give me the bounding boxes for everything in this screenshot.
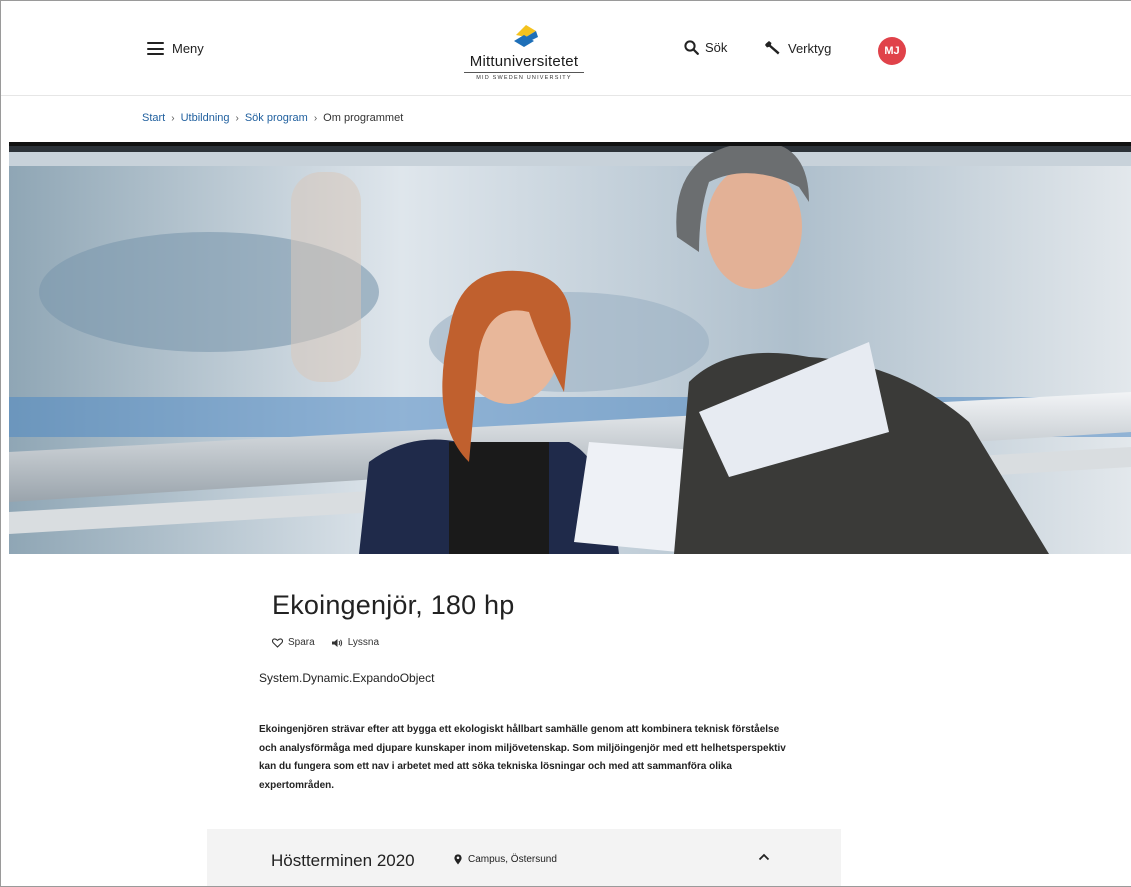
program-actions: Spara Lyssna bbox=[272, 637, 379, 648]
save-label: Spara bbox=[288, 637, 315, 648]
speaker-icon bbox=[331, 638, 342, 647]
logo-mark-icon bbox=[514, 25, 538, 47]
listen-button[interactable]: Lyssna bbox=[331, 637, 379, 648]
search-button[interactable]: Sök bbox=[684, 40, 727, 55]
breadcrumb-link-utbildning[interactable]: Utbildning bbox=[181, 112, 230, 124]
chevron-right-icon: › bbox=[313, 112, 318, 124]
tools-label: Verktyg bbox=[788, 40, 832, 56]
campus-label: Campus, Östersund bbox=[468, 854, 557, 865]
search-icon bbox=[684, 40, 699, 55]
chevron-right-icon: › bbox=[171, 112, 175, 124]
program-description: Ekoingenjören strävar efter att bygga et… bbox=[259, 724, 786, 791]
chevron-up-icon[interactable] bbox=[758, 853, 770, 861]
breadcrumb-link-sok-program[interactable]: Sök program bbox=[245, 112, 308, 124]
logo-divider bbox=[464, 72, 584, 73]
hero-photo bbox=[9, 142, 1131, 554]
listen-label: Lyssna bbox=[347, 637, 380, 648]
save-button[interactable]: Spara bbox=[272, 637, 315, 648]
menu-button[interactable]: Meny bbox=[147, 41, 204, 56]
hero-top-border bbox=[9, 142, 1131, 146]
program-title: Ekoingenjör, 180 hp bbox=[272, 590, 515, 620]
hero-image bbox=[9, 142, 1131, 554]
location-pin-icon bbox=[454, 854, 462, 865]
tools-button[interactable]: Verktyg bbox=[764, 40, 831, 56]
chevron-right-icon: › bbox=[235, 112, 239, 124]
hamburger-icon bbox=[147, 42, 164, 55]
page-frame: Meny Mittuniversitetet MID SWEDEN UNIVER… bbox=[0, 0, 1131, 887]
semester-accordion[interactable]: Höstterminen 2020 Campus, Östersund bbox=[207, 829, 841, 886]
university-logo[interactable]: Mittuniversitetet MID SWEDEN UNIVERSITY bbox=[464, 23, 584, 89]
search-label: Sök bbox=[705, 40, 728, 55]
breadcrumb: Start › Utbildning › Sök program › Om pr… bbox=[142, 112, 403, 124]
semester-campus: Campus, Östersund bbox=[454, 854, 557, 865]
logo-subtitle: MID SWEDEN UNIVERSITY bbox=[476, 75, 572, 81]
program-subtitle: System.Dynamic.ExpandoObject bbox=[259, 671, 435, 685]
user-avatar[interactable]: MJ bbox=[878, 37, 906, 65]
menu-label: Meny bbox=[172, 41, 204, 56]
site-header: Meny Mittuniversitetet MID SWEDEN UNIVER… bbox=[1, 1, 1131, 96]
heart-icon bbox=[272, 637, 283, 648]
logo-name: Mittuniversitetet bbox=[469, 53, 579, 70]
breadcrumb-link-start[interactable]: Start bbox=[142, 112, 165, 124]
breadcrumb-current: Om programmet bbox=[323, 112, 404, 124]
wrench-icon bbox=[765, 41, 780, 55]
semester-title: Höstterminen 2020 bbox=[271, 851, 415, 870]
